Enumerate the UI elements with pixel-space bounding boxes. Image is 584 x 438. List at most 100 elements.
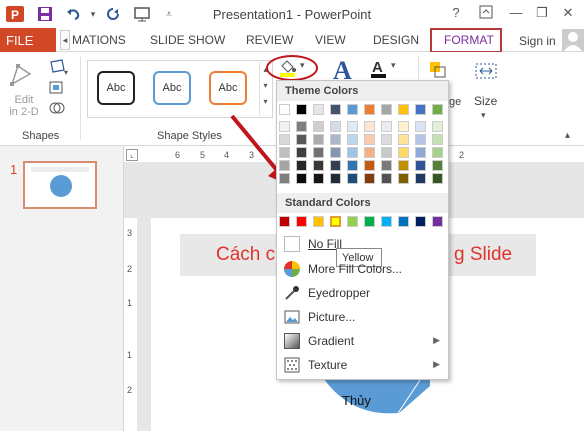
- tab-file[interactable]: FILE: [0, 28, 56, 52]
- edit-shape-icon[interactable]: [8, 60, 34, 88]
- size-dropdown-icon[interactable]: ▾: [481, 110, 486, 121]
- text-fill-icon[interactable]: A: [370, 58, 388, 80]
- tab-format[interactable]: FORMAT: [430, 28, 502, 53]
- theme-color-swatch[interactable]: [415, 121, 426, 132]
- theme-color-swatch[interactable]: [364, 160, 375, 171]
- standard-color-swatch[interactable]: [381, 216, 392, 227]
- theme-color-swatch[interactable]: [398, 147, 409, 158]
- theme-color-swatch[interactable]: [279, 160, 290, 171]
- standard-color-swatch[interactable]: [347, 216, 358, 227]
- arrange-icon[interactable]: [428, 60, 448, 80]
- theme-color-swatch[interactable]: [432, 104, 443, 115]
- theme-color-swatch[interactable]: [296, 104, 307, 115]
- theme-color-swatch[interactable]: [330, 173, 341, 184]
- theme-color-swatch[interactable]: [296, 160, 307, 171]
- standard-color-swatch[interactable]: [330, 216, 341, 227]
- standard-color-swatch[interactable]: [398, 216, 409, 227]
- merge-shapes-icon[interactable]: [48, 100, 66, 116]
- theme-color-swatch[interactable]: [415, 147, 426, 158]
- theme-color-swatch[interactable]: [364, 121, 375, 132]
- standard-color-swatch[interactable]: [279, 216, 290, 227]
- shape-style-1[interactable]: Abc: [97, 71, 135, 105]
- help-button[interactable]: ?: [446, 5, 466, 23]
- standard-color-swatch[interactable]: [415, 216, 426, 227]
- theme-color-swatch[interactable]: [313, 147, 324, 158]
- standard-color-swatch[interactable]: [313, 216, 324, 227]
- eyedropper-item[interactable]: Eyedropper: [277, 281, 448, 305]
- theme-color-swatch[interactable]: [313, 173, 324, 184]
- cycle-diagram-shape[interactable]: [310, 378, 430, 438]
- tab-selector-icon[interactable]: ⌞: [126, 149, 138, 161]
- theme-color-swatch[interactable]: [432, 134, 443, 145]
- tab-slide-show[interactable]: SLIDE SHOW: [150, 33, 225, 47]
- theme-color-swatch[interactable]: [296, 121, 307, 132]
- theme-color-swatch[interactable]: [347, 134, 358, 145]
- theme-color-swatch[interactable]: [398, 160, 409, 171]
- slide-thumbnail[interactable]: [23, 161, 97, 209]
- theme-color-swatch[interactable]: [432, 147, 443, 158]
- standard-color-swatch[interactable]: [432, 216, 443, 227]
- theme-color-swatch[interactable]: [398, 104, 409, 115]
- tab-animations[interactable]: MATIONS: [72, 33, 126, 47]
- theme-color-swatch[interactable]: [398, 173, 409, 184]
- theme-color-swatch[interactable]: [364, 173, 375, 184]
- theme-color-swatch[interactable]: [279, 121, 290, 132]
- theme-color-swatch[interactable]: [347, 121, 358, 132]
- theme-color-swatch[interactable]: [313, 104, 324, 115]
- avatar[interactable]: [562, 29, 584, 51]
- theme-color-swatch[interactable]: [330, 121, 341, 132]
- sign-in-link[interactable]: Sign in: [519, 34, 556, 48]
- theme-color-swatch[interactable]: [313, 121, 324, 132]
- theme-color-swatch[interactable]: [381, 104, 392, 115]
- texture-item[interactable]: Texture ▶: [277, 353, 448, 377]
- shape-style-3[interactable]: Abc: [209, 71, 247, 105]
- shape-fill-icon[interactable]: [278, 58, 298, 78]
- theme-color-swatch[interactable]: [279, 134, 290, 145]
- theme-color-swatch[interactable]: [330, 147, 341, 158]
- text-fill-dropdown-icon[interactable]: ▾: [391, 60, 396, 71]
- theme-color-swatch[interactable]: [347, 104, 358, 115]
- theme-color-swatch[interactable]: [381, 173, 392, 184]
- tab-scroll-left-icon[interactable]: ◂: [60, 30, 70, 50]
- size-icon[interactable]: [472, 60, 500, 84]
- theme-color-swatch[interactable]: [364, 147, 375, 158]
- theme-color-swatch[interactable]: [381, 160, 392, 171]
- shape-style-2[interactable]: Abc: [153, 71, 191, 105]
- restore-icon[interactable]: ❐: [532, 5, 552, 23]
- theme-color-swatch[interactable]: [381, 121, 392, 132]
- picture-item[interactable]: Picture...: [277, 305, 448, 329]
- tab-design[interactable]: DESIGN: [373, 33, 419, 47]
- standard-color-swatch[interactable]: [296, 216, 307, 227]
- theme-color-swatch[interactable]: [330, 104, 341, 115]
- edit-shape-dropdown-icon[interactable]: ▾: [48, 58, 70, 77]
- theme-color-swatch[interactable]: [381, 147, 392, 158]
- theme-color-swatch[interactable]: [330, 160, 341, 171]
- theme-color-swatch[interactable]: [398, 121, 409, 132]
- theme-color-swatch[interactable]: [313, 134, 324, 145]
- theme-color-swatch[interactable]: [330, 134, 341, 145]
- theme-color-swatch[interactable]: [347, 173, 358, 184]
- theme-color-swatch[interactable]: [415, 160, 426, 171]
- ribbon-display-options-icon[interactable]: [476, 5, 496, 23]
- theme-color-swatch[interactable]: [381, 134, 392, 145]
- size-button[interactable]: Size: [474, 94, 497, 108]
- more-fill-colors-item[interactable]: More Fill Colors...: [277, 257, 448, 281]
- theme-color-swatch[interactable]: [432, 173, 443, 184]
- collapse-ribbon-icon[interactable]: ▴: [565, 130, 570, 141]
- close-icon[interactable]: ✕: [558, 5, 578, 23]
- theme-color-swatch[interactable]: [415, 104, 426, 115]
- theme-color-swatch[interactable]: [279, 173, 290, 184]
- text-box-icon[interactable]: [48, 80, 66, 96]
- shape-fill-dropdown-icon[interactable]: ▾: [300, 60, 305, 71]
- theme-color-swatch[interactable]: [398, 134, 409, 145]
- theme-color-swatch[interactable]: [347, 160, 358, 171]
- theme-color-swatch[interactable]: [364, 104, 375, 115]
- theme-color-swatch[interactable]: [432, 121, 443, 132]
- theme-color-swatch[interactable]: [432, 160, 443, 171]
- theme-color-swatch[interactable]: [296, 147, 307, 158]
- standard-color-swatch[interactable]: [364, 216, 375, 227]
- minimize-icon[interactable]: —: [506, 5, 526, 23]
- gradient-item[interactable]: Gradient ▶: [277, 329, 448, 353]
- theme-color-swatch[interactable]: [313, 160, 324, 171]
- theme-color-swatch[interactable]: [296, 134, 307, 145]
